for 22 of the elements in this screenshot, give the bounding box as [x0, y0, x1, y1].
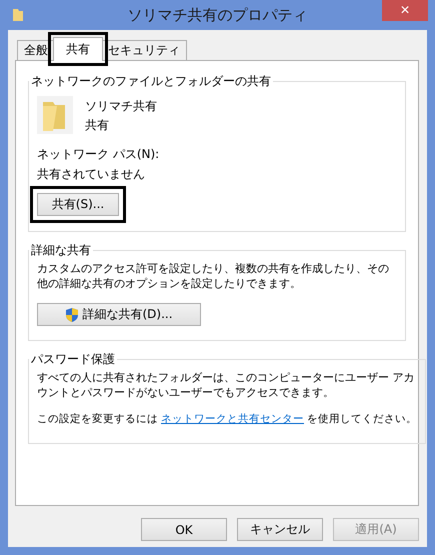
dialog-button[interactable]: OK [141, 518, 227, 541]
network-path-label: ネットワーク パス(N): [37, 146, 160, 162]
folder-name: ソリマチ共有 [85, 98, 157, 114]
folder-icon [37, 96, 73, 134]
network-path-value: 共有されていません [37, 166, 145, 182]
instruction-text: を使用してください。 [307, 412, 417, 427]
tab[interactable]: セキュリティ [101, 40, 187, 60]
group-title: ネットワークのファイルとフォルダーの共有 [30, 73, 272, 90]
folder-state: 共有 [85, 116, 110, 132]
group-title: 詳細な共有 [30, 242, 92, 259]
advanced-sharing-button[interactable]: 詳細な共有(D)... [37, 303, 201, 326]
group-title: パスワード保護 [30, 351, 116, 368]
description-text: カスタムのアクセス許可を設定したり、複数の共有を作成したり、その他の詳細な共有のオプションを設定したりできます。 [37, 261, 390, 291]
window-title: ソリマチ共有のプロパティ [126, 6, 308, 24]
description-text: すべての人に共有されたフォルダーは、このコンピューターにユーザー アカウントとパスワードがないユーザーでもアクセスできます。 [37, 370, 416, 400]
close-button[interactable]: × [382, 0, 428, 21]
share-button[interactable]: 共有(S)... [37, 193, 119, 216]
folder-icon [12, 8, 24, 22]
dialog-button[interactable]: キャンセル [237, 518, 323, 541]
shield-icon [65, 306, 80, 322]
instruction-text: この設定を変更するには [37, 412, 158, 427]
network-center-link[interactable]: ネットワークと共有センター [161, 412, 304, 427]
